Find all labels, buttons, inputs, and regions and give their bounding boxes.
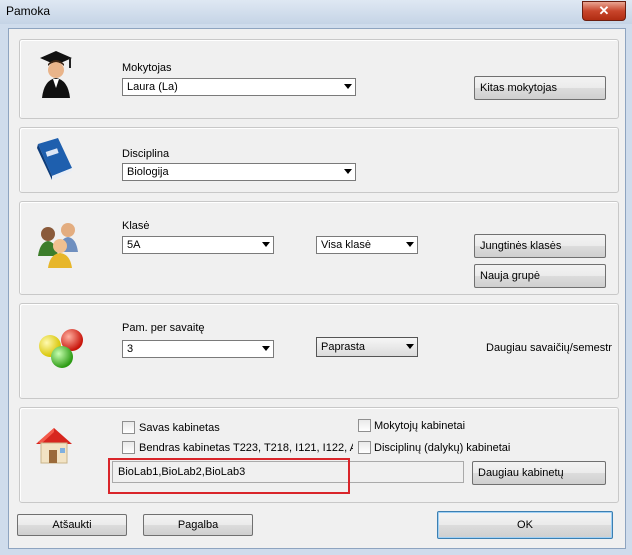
close-button[interactable]: ✕ xyxy=(582,1,626,21)
shared-room-label: Bendras kabinetas T223, T218, I121, I122… xyxy=(139,442,353,454)
red-highlight-box xyxy=(108,458,350,494)
dialog-body: Mokytojas Laura (La) Kitas mokytojas Dis… xyxy=(8,28,626,549)
teacher-group: Mokytojas Laura (La) Kitas mokytojas xyxy=(19,39,619,119)
class-group-select-value: Visa klasė xyxy=(321,239,371,251)
lessons-select-value: 3 xyxy=(127,343,134,355)
lessons-group: Pam. per savaitę 3 Paprasta Daugiau sava… xyxy=(19,303,619,399)
people-group-icon xyxy=(38,223,78,268)
lessons-label: Pam. per savaitę xyxy=(122,322,205,334)
chevron-down-icon xyxy=(344,169,352,174)
window-title: Pamoka xyxy=(6,4,51,18)
chevron-down-icon xyxy=(262,346,270,351)
teacher-rooms-checkbox[interactable] xyxy=(358,419,371,432)
lesson-type-select-value: Paprasta xyxy=(321,341,366,353)
house-icon xyxy=(36,428,72,464)
cancel-button[interactable]: Atšaukti xyxy=(17,514,127,536)
close-icon: ✕ xyxy=(598,3,610,18)
teacher-select[interactable]: Laura (La) xyxy=(122,78,356,96)
subject-rooms-checkbox[interactable] xyxy=(358,441,371,454)
other-teacher-button[interactable]: Kitas mokytojas xyxy=(474,76,606,100)
teacher-graduate-icon xyxy=(40,51,72,98)
colored-balls-icon xyxy=(39,329,83,368)
chevron-down-icon xyxy=(344,84,352,89)
lessons-select[interactable]: 3 xyxy=(122,340,274,358)
chevron-down-icon xyxy=(406,242,414,247)
ok-button[interactable]: OK xyxy=(437,511,613,539)
subject-select-value: Biologija xyxy=(127,166,169,178)
rooms-group: Savas kabinetas Bendras kabinetas T223, … xyxy=(19,407,619,503)
lesson-type-select[interactable]: Paprasta xyxy=(316,337,418,357)
teacher-label: Mokytojas xyxy=(122,62,172,74)
teacher-rooms-label: Mokytojų kabinetai xyxy=(374,420,466,432)
class-label: Klasė xyxy=(122,220,150,232)
title-bar[interactable]: Pamoka ✕ xyxy=(0,0,632,24)
chevron-down-icon xyxy=(406,344,414,349)
shared-room-checkbox[interactable] xyxy=(122,441,135,454)
dialog-window: Pamoka ✕ Mokytojas Laura (La) Kitas moky… xyxy=(0,0,632,555)
class-group: Klasė 5A Visa klasė Jungtinės klasės Nau… xyxy=(19,201,619,295)
more-rooms-button[interactable]: Daugiau kabinetų xyxy=(472,461,606,485)
new-group-button[interactable]: Nauja grupė xyxy=(474,264,606,288)
class-select[interactable]: 5A xyxy=(122,236,274,254)
subject-rooms-label: Disciplinų (dalykų) kabinetai xyxy=(374,442,511,454)
chevron-down-icon xyxy=(262,242,270,247)
own-room-checkbox[interactable] xyxy=(122,421,135,434)
class-group-select[interactable]: Visa klasė xyxy=(316,236,418,254)
more-weeks-link[interactable]: Daugiau savaičių/semestr xyxy=(486,342,614,354)
blue-book-icon xyxy=(37,138,72,180)
subject-label: Disciplina xyxy=(122,148,170,160)
joint-classes-button[interactable]: Jungtinės klasės xyxy=(474,234,606,258)
subject-select[interactable]: Biologija xyxy=(122,163,356,181)
own-room-label: Savas kabinetas xyxy=(139,422,220,434)
class-select-value: 5A xyxy=(127,239,141,251)
help-button[interactable]: Pagalba xyxy=(143,514,253,536)
subject-group: Disciplina Biologija xyxy=(19,127,619,193)
teacher-select-value: Laura (La) xyxy=(127,81,178,93)
